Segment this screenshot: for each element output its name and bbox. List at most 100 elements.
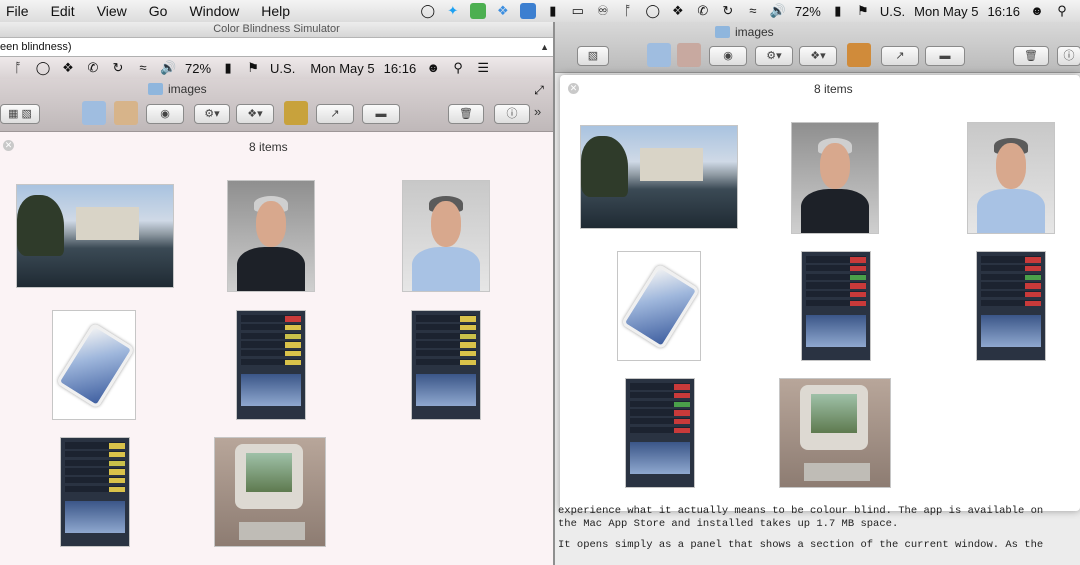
quick-look-panel: ✕ 8 items — [560, 75, 1080, 511]
alcatraz-photo — [16, 184, 174, 288]
menu-go[interactable]: Go — [138, 3, 179, 19]
simulated-view: ᚩ ◯ ❖ ✆ ↻ ≈ 🔊 72% ▮ ⚑ U.S. Mon May 5 16:… — [0, 57, 553, 565]
messages-icon: ◯ — [35, 60, 51, 75]
preview-app-icon — [114, 101, 138, 125]
simulated-menu-bar: ᚩ ◯ ❖ ✆ ↻ ≈ 🔊 72% ▮ ⚑ U.S. Mon May 5 16:… — [0, 57, 553, 79]
menu-window[interactable]: Window — [178, 3, 250, 19]
menu-time[interactable]: 16:16 — [987, 4, 1020, 19]
simulated-folder-title: images — [168, 82, 207, 96]
article-line: It opens simply as a panel that shows a … — [558, 539, 1044, 551]
evernote-icon[interactable] — [469, 3, 486, 19]
tag-button[interactable]: ▬ — [925, 46, 965, 66]
messages-icon[interactable]: ◯ — [645, 3, 661, 19]
dropbox-status-icon: ❖ — [62, 60, 74, 75]
finder-toolbar: images ▧ ◉ ⚙▾ ❖▾ ↗ ▬ 🗑 ⓘ — [555, 22, 1080, 73]
folder-icon — [82, 101, 106, 125]
menu-extras: ◯ ✦ ❖ ▮ ▭ ♾ ᚩ ◯ ❖ ✆ ↻ ≈ 🔊 72% ▮ ⚑ U.S. M… — [420, 3, 1080, 19]
close-button[interactable]: ✕ — [568, 83, 579, 94]
mode-select[interactable]: een blindness) ▲ — [0, 38, 553, 57]
item-count: 8 items — [814, 82, 853, 96]
phone-icon: ✆ — [87, 60, 99, 75]
finder-window-title: images — [715, 25, 774, 39]
imac-photo — [214, 437, 326, 547]
menu-date: Mon May 5 — [310, 60, 375, 76]
article-text: experience what it actually means to be … — [558, 505, 1078, 560]
article-line: experience what it actually means to be … — [558, 505, 1044, 517]
sync-icon[interactable]: ◯ — [420, 3, 436, 19]
simulated-window-title: images — [148, 82, 207, 96]
battery-percent: 72% — [185, 60, 212, 76]
twitter-icon[interactable]: ✦ — [445, 3, 461, 19]
input-source: U.S. — [270, 60, 296, 76]
mode-select-value: een blindness) — [0, 41, 72, 53]
spotlight-icon[interactable]: ⚲ — [1054, 3, 1070, 19]
info-button[interactable]: ⓘ — [1057, 46, 1080, 66]
dropbox-icon[interactable]: ❖ — [495, 3, 511, 19]
stocks-widget-photo-2 — [411, 310, 481, 420]
us-flag-icon: ⚑ — [247, 60, 259, 75]
close-icon: ✕ — [3, 140, 14, 151]
simulated-finder-toolbar: images ⤢ ▦ ▧ ◉ ⚙▾ ❖▾ ↗ ▬ 🗑 ⓘ » — [0, 79, 553, 132]
photo-app-icon[interactable] — [847, 43, 871, 67]
menu-time: 16:16 — [383, 60, 417, 76]
ipad-air-photo[interactable] — [617, 251, 701, 361]
user-icon[interactable]: ☻ — [1029, 3, 1045, 19]
stocks-widget-photo-3 — [60, 437, 130, 547]
portrait-photo[interactable] — [791, 122, 879, 234]
battery-icon[interactable]: ▮ — [830, 3, 846, 19]
dropbox-button[interactable]: ❖▾ — [799, 46, 837, 66]
alcatraz-photo[interactable] — [580, 125, 738, 229]
folder-icon — [148, 83, 163, 95]
info-icon: ⓘ — [494, 104, 530, 124]
action-gear-button[interactable]: ⚙▾ — [755, 46, 793, 66]
toolbar-overflow-icon: » — [534, 104, 542, 119]
menu-date[interactable]: Mon May 5 — [914, 4, 978, 19]
user-icon: ☻ — [426, 60, 441, 75]
stocks-widget-photo[interactable] — [801, 251, 871, 361]
wifi-icon[interactable]: ≈ — [745, 3, 761, 19]
view-mode-button[interactable]: ▧ — [577, 46, 609, 66]
stocks-widget-photo — [236, 310, 306, 420]
menu-file[interactable]: File — [0, 3, 40, 19]
us-flag-icon[interactable]: ⚑ — [855, 3, 871, 19]
view-mode-icon: ▦ ▧ — [0, 104, 40, 124]
tim-cook-photo[interactable] — [967, 122, 1055, 234]
menu-edit[interactable]: Edit — [40, 3, 86, 19]
battery-icon: ▮ — [224, 60, 232, 75]
trash-button[interactable]: 🗑 — [1013, 46, 1049, 66]
phone-icon[interactable]: ✆ — [695, 3, 711, 19]
simulated-item-count: 8 items — [249, 140, 288, 154]
spotlight-icon: ⚲ — [453, 60, 463, 75]
input-source[interactable]: U.S. — [880, 4, 905, 19]
menu-view[interactable]: View — [86, 3, 138, 19]
stocks-widget-photo-2[interactable] — [976, 251, 1046, 361]
time-machine-icon: ↻ — [112, 60, 124, 75]
quick-look-button[interactable]: ◉ — [709, 46, 747, 66]
portrait-photo — [227, 180, 315, 292]
textexpander-icon[interactable] — [519, 3, 536, 19]
volume-icon[interactable]: 🔊 — [770, 3, 786, 19]
share-button[interactable]: ↗ — [881, 46, 919, 66]
folder-icon[interactable] — [647, 43, 671, 67]
preview-app-icon[interactable] — [677, 43, 701, 67]
trash-icon: 🗑 — [448, 104, 484, 124]
select-arrows-icon: ▲ — [540, 42, 549, 52]
battery-percent[interactable]: 72% — [795, 4, 821, 19]
tim-cook-photo — [402, 180, 490, 292]
menu-help[interactable]: Help — [250, 3, 301, 19]
accessibility-icon[interactable]: ♾ — [595, 3, 611, 19]
airplay-icon[interactable]: ▭ — [570, 3, 586, 19]
share-icon: ↗ — [316, 104, 354, 124]
folder-icon — [715, 26, 730, 38]
wifi-icon: ≈ — [139, 60, 147, 75]
notification-list-icon: ☰ — [477, 60, 490, 75]
time-machine-icon[interactable]: ↻ — [720, 3, 736, 19]
dropbox-status-icon[interactable]: ❖ — [670, 3, 686, 19]
bluetooth-icon[interactable]: ᚩ — [620, 3, 636, 19]
article-line: the Mac App Store and installed takes up… — [558, 518, 899, 530]
stocks-widget-photo-3[interactable] — [625, 378, 695, 488]
imac-photo[interactable] — [779, 378, 891, 488]
quick-look-icon: ◉ — [146, 104, 184, 124]
bluetooth-menu-icon[interactable]: ▮ — [545, 3, 561, 19]
fullscreen-icon: ⤢ — [534, 83, 544, 97]
